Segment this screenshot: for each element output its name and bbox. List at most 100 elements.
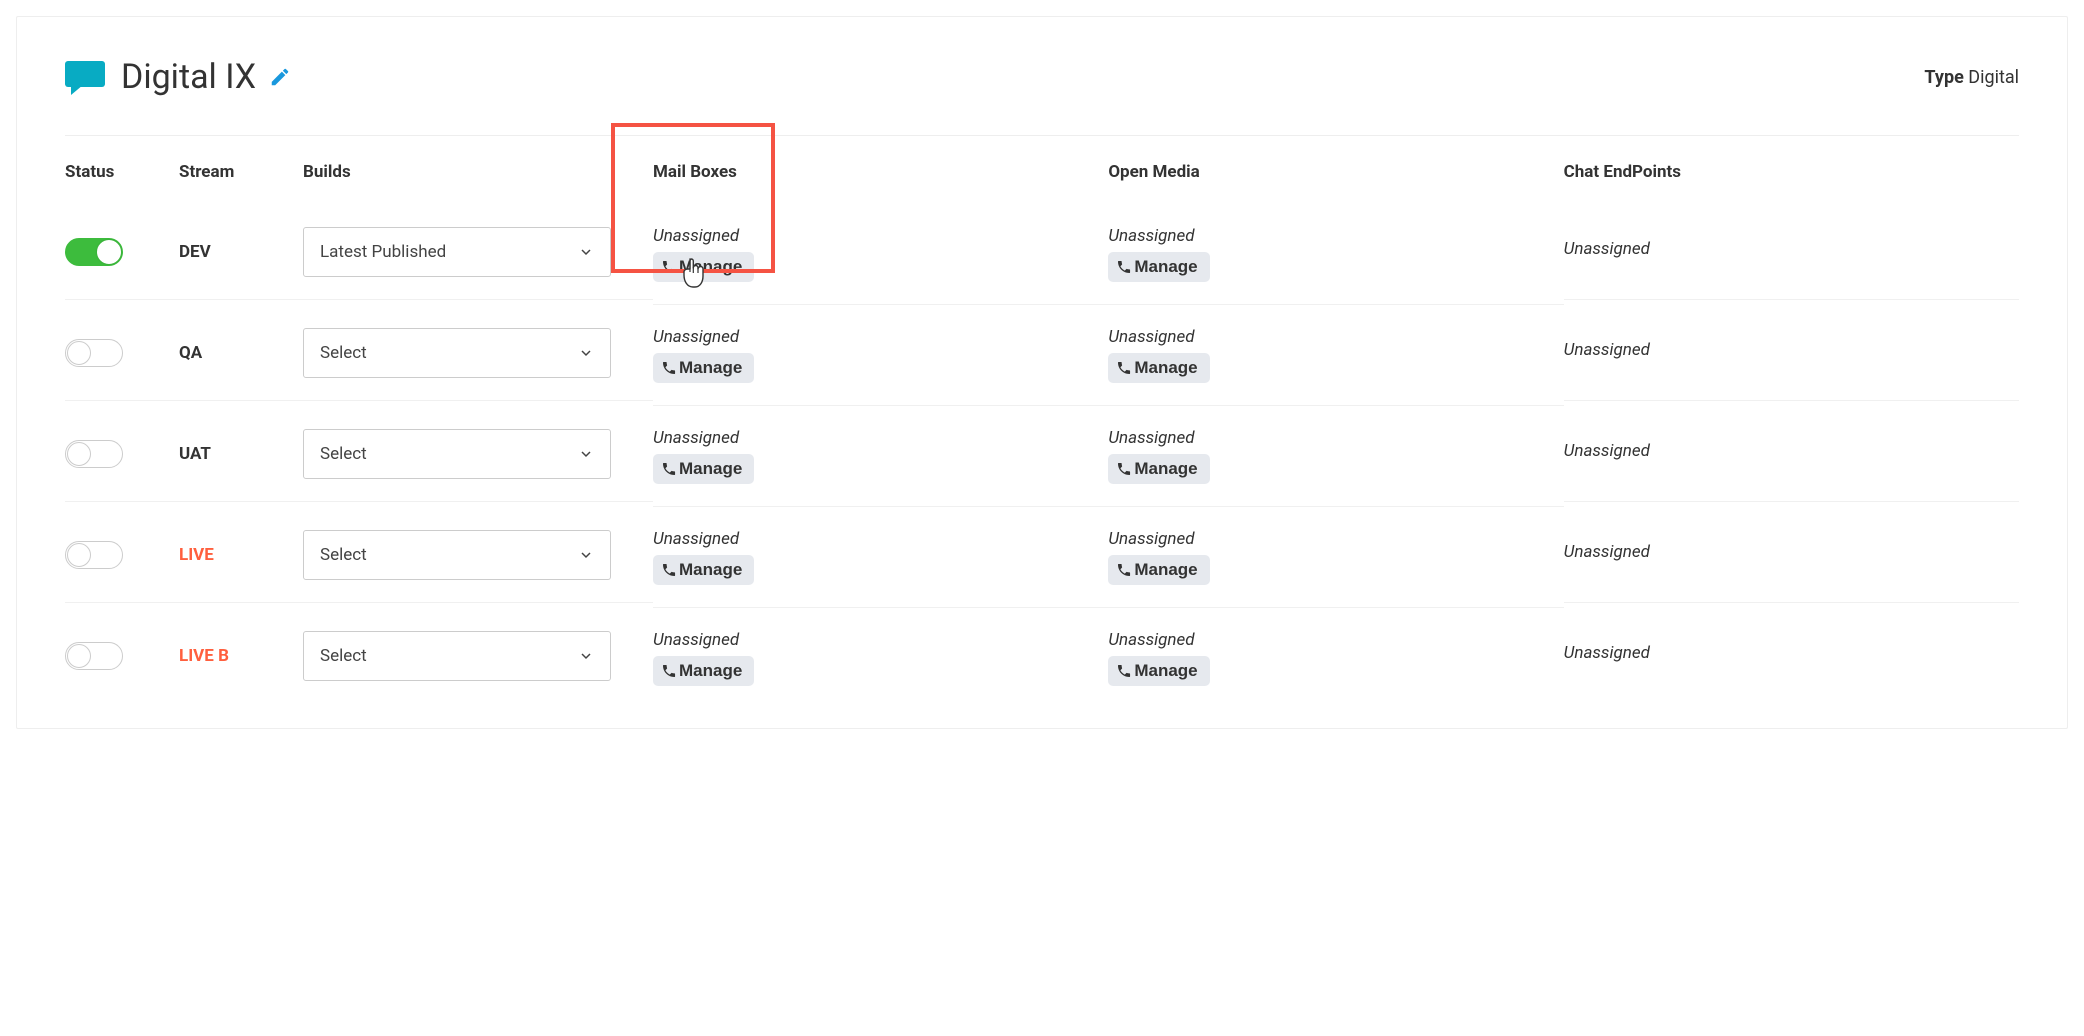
status-cell (65, 507, 179, 603)
status-cell (65, 305, 179, 401)
status-toggle[interactable] (65, 541, 123, 569)
builds-cell: Select (303, 305, 653, 401)
manage-button-label: Manage (679, 661, 742, 681)
mailboxes-cell: Unassigned Manage (653, 204, 1108, 305)
mailboxes-value: Unassigned (653, 529, 739, 549)
manage-button[interactable]: Manage (653, 454, 754, 484)
manage-button-label: Manage (679, 459, 742, 479)
builds-cell: Select (303, 507, 653, 603)
col-builds: Builds (303, 136, 653, 204)
status-toggle[interactable] (65, 339, 123, 367)
chatendpoints-cell: Unassigned (1564, 507, 2019, 603)
chevron-down-icon (578, 345, 594, 361)
build-select[interactable]: Select (303, 530, 611, 580)
mailboxes-cell: Unassigned Manage (653, 507, 1108, 608)
openmedia-cell: Unassigned Manage (1108, 507, 1563, 608)
page-card: Digital IX Type Digital Status Stream Bu… (16, 16, 2068, 729)
chatendpoints-value: Unassigned (1564, 542, 1650, 562)
openmedia-value: Unassigned (1108, 428, 1194, 448)
manage-button-label: Manage (1134, 257, 1197, 277)
openmedia-cell: Unassigned Manage (1108, 406, 1563, 507)
stream-name: LIVE B (179, 646, 229, 666)
stream-cell: QA (179, 305, 303, 401)
status-toggle[interactable] (65, 440, 123, 468)
build-select-value: Latest Published (320, 242, 446, 262)
col-openmedia: Open Media (1108, 136, 1563, 204)
mailboxes-value: Unassigned (653, 630, 739, 650)
manage-button[interactable]: Manage (653, 555, 754, 585)
stream-cell: LIVE B (179, 608, 303, 704)
mailboxes-cell: Unassigned Manage (653, 406, 1108, 507)
manage-button[interactable]: Manage (653, 353, 754, 383)
manage-button[interactable]: Manage (1108, 656, 1209, 686)
manage-button[interactable]: Manage (1108, 353, 1209, 383)
builds-cell: Latest Published (303, 204, 653, 300)
manage-button[interactable]: Manage (653, 656, 754, 686)
chevron-down-icon (578, 648, 594, 664)
chevron-down-icon (578, 244, 594, 260)
header-row: Digital IX Type Digital (65, 57, 2019, 136)
build-select-value: Select (320, 646, 367, 666)
stream-cell: DEV (179, 204, 303, 300)
stream-name: UAT (179, 444, 211, 464)
status-toggle[interactable] (65, 642, 123, 670)
mailboxes-value: Unassigned (653, 226, 739, 246)
type-label-key: Type (1924, 67, 1963, 88)
manage-button-label: Manage (679, 257, 742, 277)
manage-button-label: Manage (1134, 459, 1197, 479)
manage-button[interactable]: Manage (1108, 555, 1209, 585)
chatendpoints-value: Unassigned (1564, 441, 1650, 461)
col-mailboxes: Mail Boxes (653, 136, 1108, 204)
manage-button-label: Manage (1134, 358, 1197, 378)
col-stream: Stream (179, 136, 303, 204)
openmedia-value: Unassigned (1108, 226, 1194, 246)
status-cell (65, 608, 179, 704)
status-cell (65, 204, 179, 300)
edit-icon[interactable] (269, 66, 291, 88)
chatendpoints-cell: Unassigned (1564, 305, 2019, 401)
chatendpoints-value: Unassigned (1564, 239, 1650, 259)
page-title-text: Digital IX (121, 57, 256, 97)
chevron-down-icon (578, 547, 594, 563)
mailboxes-value: Unassigned (653, 327, 739, 347)
chatendpoints-cell: Unassigned (1564, 406, 2019, 502)
chevron-down-icon (578, 446, 594, 462)
chatendpoints-cell: Unassigned (1564, 608, 2019, 704)
type-label: Type Digital (1924, 67, 2019, 88)
builds-cell: Select (303, 406, 653, 502)
build-select[interactable]: Latest Published (303, 227, 611, 277)
stream-cell: LIVE (179, 507, 303, 603)
openmedia-cell: Unassigned Manage (1108, 204, 1563, 305)
status-toggle[interactable] (65, 238, 123, 266)
stream-cell: UAT (179, 406, 303, 502)
chat-icon (65, 61, 105, 93)
openmedia-value: Unassigned (1108, 529, 1194, 549)
title-group: Digital IX (65, 57, 291, 97)
chatendpoints-value: Unassigned (1564, 643, 1650, 663)
mailboxes-cell: Unassigned Manage (653, 608, 1108, 708)
manage-button-label: Manage (679, 358, 742, 378)
manage-button[interactable]: Manage (653, 252, 754, 282)
mailboxes-value: Unassigned (653, 428, 739, 448)
chatendpoints-value: Unassigned (1564, 340, 1650, 360)
manage-button[interactable]: Manage (1108, 454, 1209, 484)
chatendpoints-cell: Unassigned (1564, 204, 2019, 300)
openmedia-value: Unassigned (1108, 327, 1194, 347)
build-select[interactable]: Select (303, 631, 611, 681)
page-title: Digital IX (121, 57, 291, 97)
openmedia-cell: Unassigned Manage (1108, 305, 1563, 406)
build-select-value: Select (320, 444, 367, 464)
col-status: Status (65, 136, 179, 204)
status-cell (65, 406, 179, 502)
build-select[interactable]: Select (303, 429, 611, 479)
col-chatendpoints: Chat EndPoints (1564, 136, 2019, 204)
build-select[interactable]: Select (303, 328, 611, 378)
manage-button-label: Manage (679, 560, 742, 580)
manage-button[interactable]: Manage (1108, 252, 1209, 282)
manage-button-label: Manage (1134, 560, 1197, 580)
build-select-value: Select (320, 545, 367, 565)
build-select-value: Select (320, 343, 367, 363)
type-label-value: Digital (1968, 67, 2019, 88)
stream-grid: Status Stream Builds Mail Boxes Open Med… (65, 136, 2019, 708)
manage-button-label: Manage (1134, 661, 1197, 681)
